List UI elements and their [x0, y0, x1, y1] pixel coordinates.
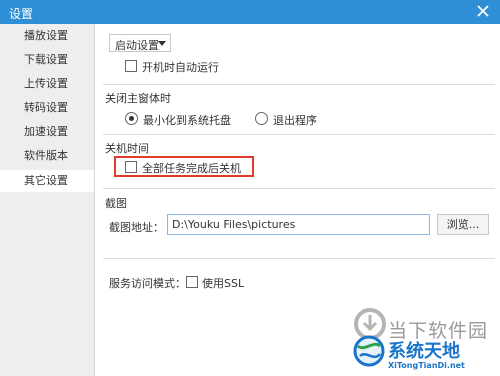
close-icon[interactable] — [474, 2, 492, 20]
startup-dropdown[interactable]: 启动设置 — [109, 34, 171, 52]
sidebar-item-transcode[interactable]: 转码设置 — [0, 97, 94, 119]
exit-program-radio[interactable] — [255, 112, 268, 125]
service-mode-label: 服务访问模式： — [109, 277, 186, 290]
autorun-label: 开机时自动运行 — [142, 61, 219, 74]
screenshot-path-label: 截图地址： — [109, 221, 164, 234]
shutdown-label: 全部任务完成后关机 — [142, 162, 241, 175]
close-main-heading: 关闭主窗体时 — [105, 92, 171, 105]
screenshot-path-value: D:\Youku Files\pictures — [172, 218, 296, 231]
window-title: 设置 — [9, 7, 34, 21]
watermark-brand: 系统天地 — [388, 341, 460, 362]
divider — [103, 258, 495, 259]
watermark-url: XiTongTianDi.net — [388, 361, 465, 370]
sidebar-item-upload[interactable]: 上传设置 — [0, 73, 94, 95]
browse-button[interactable]: 浏览... — [437, 214, 489, 235]
shutdown-heading: 关机时间 — [105, 142, 149, 155]
shutdown-checkbox[interactable] — [125, 161, 137, 173]
chevron-down-icon — [158, 41, 166, 46]
ssl-label: 使用SSL — [202, 277, 245, 290]
globe-logo-icon — [353, 335, 385, 367]
screenshot-path-input[interactable]: D:\Youku Files\pictures — [167, 214, 430, 235]
autorun-checkbox[interactable] — [125, 60, 137, 72]
divider — [103, 84, 495, 85]
divider — [103, 134, 495, 135]
sidebar-item-version[interactable]: 软件版本 — [0, 145, 94, 167]
settings-sidebar: 播放设置 下载设置 上传设置 转码设置 加速设置 软件版本 其它设置 — [0, 24, 95, 376]
sidebar-item-other[interactable]: 其它设置 — [0, 170, 94, 192]
ssl-checkbox[interactable] — [186, 276, 198, 288]
exit-program-label: 退出程序 — [273, 114, 317, 127]
minimize-tray-label: 最小化到系统托盘 — [143, 114, 231, 127]
startup-dropdown-label: 启动设置 — [115, 39, 159, 52]
sidebar-item-download[interactable]: 下载设置 — [0, 49, 94, 71]
title-bar: 设置 — [0, 0, 500, 24]
screenshot-heading: 截图 — [105, 197, 127, 210]
divider — [103, 188, 495, 189]
sidebar-item-playback[interactable]: 播放设置 — [0, 25, 94, 47]
minimize-tray-radio[interactable] — [125, 112, 138, 125]
sidebar-item-acceleration[interactable]: 加速设置 — [0, 121, 94, 143]
